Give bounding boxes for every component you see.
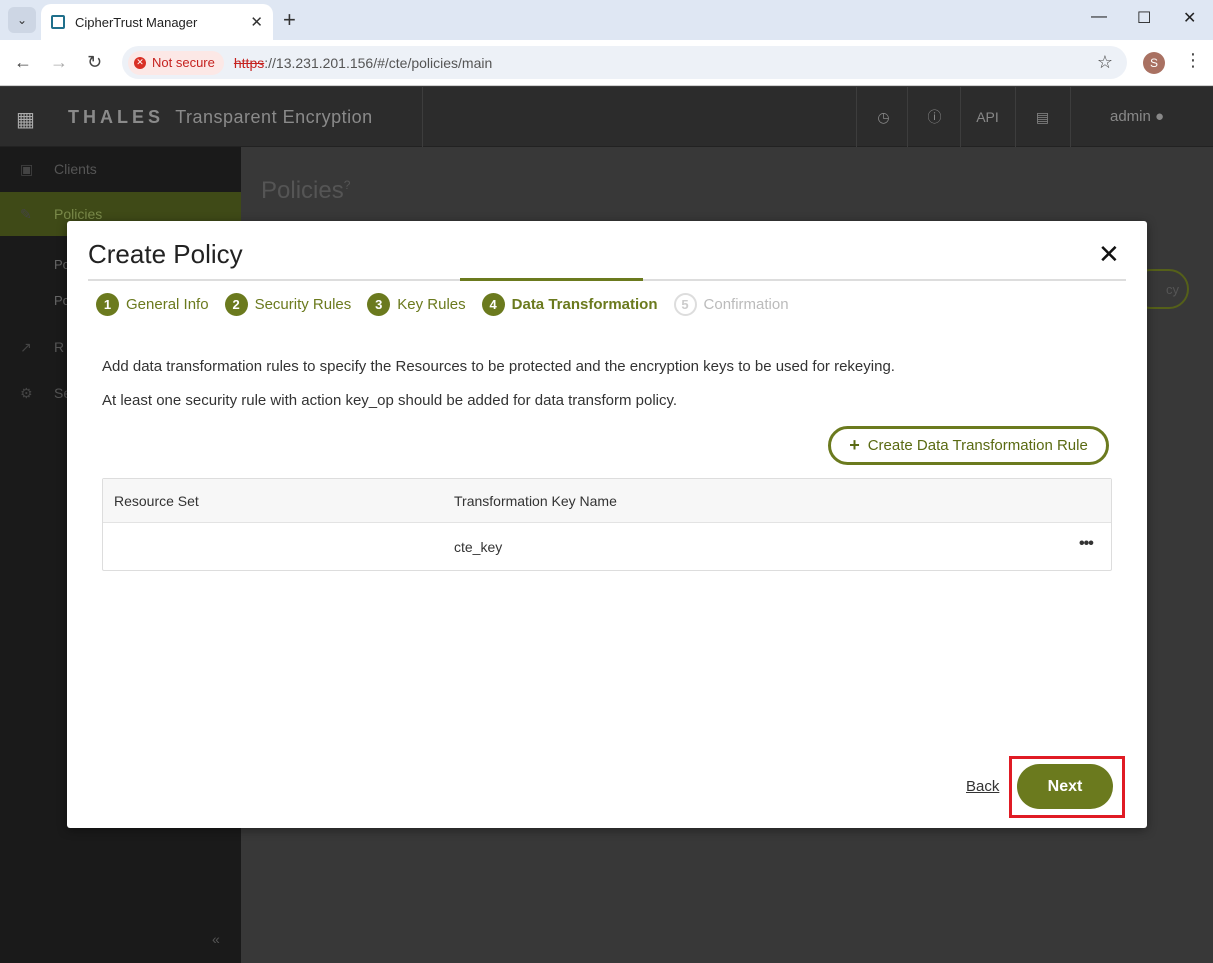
profile-avatar[interactable]: S [1143,52,1165,74]
requirement-text: At least one security rule with action k… [102,392,678,409]
step-label: Data Transformation [511,296,658,313]
step-label: Confirmation [703,296,789,313]
row-actions-ellipsis-icon[interactable]: ••• [1079,535,1094,553]
data-transformation-table: Resource Set Transformation Key Name cte… [102,478,1112,571]
user-name[interactable]: admin ● [1110,108,1164,125]
stepper-active-indicator [460,278,643,281]
table-header: Resource Set Transformation Key Name [103,479,1111,523]
help-icon[interactable]: ? [344,178,351,192]
window-close-icon[interactable]: ✕ [1183,8,1196,28]
forward-arrow-icon[interactable]: → [50,52,68,73]
description-text: Add data transformation rules to specify… [102,358,895,375]
cell-key-name: cte_key [454,539,503,555]
stepper: 1 General Info 2 Security Rules 3 Key Ru… [96,293,805,316]
bookmark-star-icon[interactable]: ☆ [1097,52,1113,73]
sidebar-item-label: Clients [54,161,97,177]
create-policy-modal: Create Policy ✕ 1 General Info 2 Securit… [67,221,1147,828]
url-scheme: https [233,54,265,71]
step-confirmation[interactable]: 5 Confirmation [673,293,789,316]
info-icon[interactable]: ⓘ [907,87,961,147]
minimize-icon[interactable]: — [1091,8,1107,26]
step-label: Security Rules [254,296,352,313]
sidebar-item-clients[interactable]: ▣ Clients [0,147,241,191]
app-grid-icon[interactable]: ▦ [16,107,35,132]
url-path: ://13.231.201.156/#/cte/policies/main [264,54,493,71]
header-divider [422,87,423,147]
browser-tabbar: ⌄ CipherTrust Manager ✕ + — ☐ ✕ [0,0,1213,40]
step-key-rules[interactable]: 3 Key Rules [367,293,466,316]
back-arrow-icon[interactable]: ← [14,52,32,73]
security-label: Not secure [152,55,215,70]
brand: THALES Transparent Encryption [68,107,373,128]
create-data-transformation-rule-button[interactable]: + Create Data Transformation Rule [828,426,1109,465]
step-number: 5 [673,293,697,316]
browser-toolbar: ← → ↻ ✕ Not secure https://13.231.201.15… [0,40,1213,86]
user-icon: ● [1155,108,1165,125]
app-header: ▦ THALES Transparent Encryption ◷ ⓘ API … [0,87,1213,147]
step-label: General Info [126,296,209,313]
tab-title: CipherTrust Manager [75,14,198,30]
favicon-icon [51,15,65,29]
page-title: Policies? [261,177,350,205]
chart-icon: ↗ [20,338,32,355]
brand-logo: THALES [68,107,164,127]
tab-search-chevron-icon[interactable]: ⌄ [8,7,36,33]
modal-title: Create Policy [88,239,243,269]
tab-close-icon[interactable]: ✕ [250,13,263,31]
user-label: admin [1110,108,1151,125]
next-button[interactable]: Next [1017,764,1113,809]
browser-tab[interactable]: CipherTrust Manager ✕ [41,4,273,40]
back-link[interactable]: Back [966,778,999,795]
column-header-key-name[interactable]: Transformation Key Name [454,493,617,509]
clock-icon[interactable]: ◷ [856,87,910,147]
step-number: 2 [224,293,248,316]
plus-icon: + [849,435,860,455]
column-header-resource-set[interactable]: Resource Set [114,493,199,509]
address-bar[interactable]: ✕ Not secure https://13.231.201.156/#/ct… [122,46,1127,79]
sidebar-collapse-icon[interactable]: « [212,931,220,947]
docs-icon[interactable]: ▤ [1015,87,1069,147]
step-security-rules[interactable]: 2 Security Rules [224,293,352,316]
settings-icon: ⚙ [20,384,33,401]
policies-icon: ✎ [20,205,32,222]
product-name: Transparent Encryption [175,107,373,127]
sidebar-item-label: Policies [54,206,103,222]
reload-icon[interactable]: ↻ [87,52,102,73]
step-label: Key Rules [397,296,466,313]
maximize-icon[interactable]: ☐ [1137,8,1151,28]
security-chip[interactable]: ✕ Not secure [128,50,224,75]
step-general-info[interactable]: 1 General Info [96,293,209,316]
table-row[interactable]: cte_key ••• [103,523,1111,570]
step-data-transformation[interactable]: 4 Data Transformation [481,293,658,316]
api-button[interactable]: API [960,87,1014,147]
url-text[interactable]: https://13.231.201.156/#/cte/policies/ma… [234,55,492,71]
clients-icon: ▣ [20,160,34,177]
browser-menu-icon[interactable]: ⋮ [1184,50,1202,71]
close-icon[interactable]: ✕ [1098,239,1120,270]
new-tab-icon[interactable]: + [283,7,296,33]
step-number: 3 [367,293,391,316]
page-title-text: Policies [261,177,344,204]
step-number: 4 [481,293,505,316]
step-number: 1 [96,293,119,316]
sidebar-item-label: R [54,339,65,355]
warning-icon: ✕ [134,56,146,69]
button-label: Create Data Transformation Rule [867,437,1088,454]
